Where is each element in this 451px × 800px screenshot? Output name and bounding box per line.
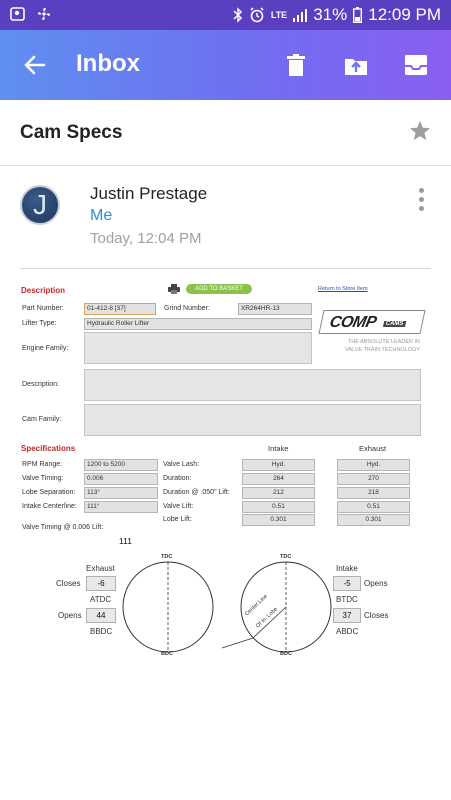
engine-family-field bbox=[84, 332, 312, 364]
location-notification-icon bbox=[10, 7, 25, 21]
email-subject: Cam Specs bbox=[20, 122, 123, 143]
lifter-type-field: Hydraulic Roller Lifter bbox=[84, 318, 312, 330]
duration-050-intake: 212 bbox=[242, 487, 315, 499]
description-heading: Description bbox=[21, 286, 66, 295]
specifications-heading: Specifications bbox=[21, 444, 76, 453]
subject-row: Cam Specs bbox=[0, 100, 451, 166]
duration-050-exhaust: 218 bbox=[337, 487, 410, 499]
lobe-separation-field: 113° bbox=[84, 487, 158, 499]
star-icon[interactable] bbox=[409, 120, 431, 142]
more-options-icon[interactable] bbox=[419, 188, 425, 214]
cam-family-field bbox=[84, 404, 421, 436]
grind-number-label: Grind Number: bbox=[164, 305, 210, 312]
comp-cams-logo: COMP CAMS bbox=[318, 310, 426, 334]
cam-family-label: Cam Family: bbox=[22, 416, 62, 423]
email-app: LTE 31% 12:09 PM Inbox Cam Specs J Justi… bbox=[0, 0, 451, 800]
avatar[interactable]: J bbox=[20, 185, 60, 225]
cam-spec-sheet: Description ADD TO BASKET Return to Stor… bbox=[0, 270, 451, 670]
print-icon[interactable] bbox=[168, 284, 180, 294]
intake-opens-label: Opens bbox=[364, 579, 388, 588]
valve-lift-intake: 0.51 bbox=[242, 501, 315, 513]
fan-icon bbox=[38, 8, 50, 20]
rpm-range-field: 1200 to 5200 bbox=[84, 459, 158, 471]
lobe-lift-intake: 0.301 bbox=[242, 514, 315, 526]
return-to-store-link[interactable]: Return to Store Item bbox=[318, 286, 368, 292]
intake-closes-unit: ABDC bbox=[336, 627, 359, 636]
grind-number-field: XR264HR-13 bbox=[238, 303, 312, 315]
valve-lift-label: Valve Lift: bbox=[163, 503, 194, 510]
exhaust-closes-unit: ATDC bbox=[90, 595, 112, 604]
lobe-separation-label: Lobe Separation: bbox=[22, 489, 76, 496]
description-field bbox=[84, 369, 421, 401]
exhaust-tdc-label: TDC bbox=[161, 554, 173, 560]
exhaust-opens-label: Opens bbox=[58, 611, 82, 620]
part-number-label: Part Number: bbox=[22, 305, 64, 312]
lifter-type-label: Lifter Type: bbox=[22, 320, 57, 327]
description-label: Description: bbox=[22, 381, 59, 388]
exhaust-timing-header: Exhaust bbox=[86, 564, 115, 573]
network-type: LTE bbox=[270, 9, 288, 20]
back-arrow-icon[interactable] bbox=[22, 52, 48, 78]
intake-opens-value: -5 bbox=[333, 576, 361, 591]
exhaust-column-header: Exhaust bbox=[359, 444, 387, 453]
battery-percent: 31% bbox=[313, 5, 348, 24]
valve-lash-label: Valve Lash: bbox=[163, 461, 200, 468]
move-to-folder-icon[interactable] bbox=[343, 52, 369, 78]
exhaust-opens-unit: BBDC bbox=[90, 627, 113, 636]
app-bar: Inbox bbox=[0, 30, 451, 100]
valve-timing-lift-label: Valve Timing @ 0.006 Lift: bbox=[22, 524, 104, 531]
page-title: Inbox bbox=[76, 50, 140, 77]
intake-column-header: Intake bbox=[268, 444, 289, 453]
duration-exhaust: 270 bbox=[337, 473, 410, 485]
engine-family-label: Engine Family: bbox=[22, 345, 69, 352]
delete-icon[interactable] bbox=[283, 52, 309, 78]
signal-icon bbox=[293, 9, 308, 22]
rpm-range-label: RPM Range: bbox=[22, 461, 63, 468]
valve-lash-exhaust: Hyd. bbox=[337, 459, 410, 471]
alarm-icon bbox=[250, 7, 264, 23]
valve-timing-lift-value: 111 bbox=[119, 536, 132, 546]
intake-tdc-label: TDC bbox=[280, 554, 292, 560]
exhaust-opens-value: 44 bbox=[86, 608, 116, 623]
exhaust-bdc-label: BDC bbox=[161, 651, 173, 657]
exhaust-closes-label: Closes bbox=[56, 579, 81, 588]
intake-closes-value: 37 bbox=[333, 608, 361, 623]
timestamp: Today, 12:04 PM bbox=[90, 230, 202, 247]
intake-centerline-field: 111° bbox=[84, 501, 158, 513]
exhaust-closes-value: -6 bbox=[86, 576, 116, 591]
part-number-field: 01-412-8 [37] bbox=[84, 303, 156, 315]
tagline-line-2: VALVE TRAIN TECHNOLOGY bbox=[345, 347, 420, 353]
intake-opens-unit: BTDC bbox=[336, 595, 358, 604]
tagline-line-1: THE ABSOLUTE LEADER IN bbox=[347, 339, 420, 345]
battery-icon bbox=[353, 7, 363, 23]
add-to-basket-button[interactable]: ADD TO BASKET bbox=[186, 284, 252, 294]
intake-timing-header: Intake bbox=[336, 564, 358, 573]
valve-lash-intake: Hyd. bbox=[242, 459, 315, 471]
duration-label: Duration: bbox=[163, 475, 192, 482]
duration-050-label: Duration @ .050" Lift: bbox=[163, 489, 230, 496]
clock: 12:09 PM bbox=[368, 5, 441, 24]
valve-timing-label: Valve Timing: bbox=[22, 475, 64, 482]
exhaust-timing-circle bbox=[122, 561, 214, 653]
divider bbox=[20, 268, 431, 269]
recipient[interactable]: Me bbox=[90, 207, 112, 225]
intake-centerline-label: Intake Centerline: bbox=[22, 503, 77, 510]
archive-icon[interactable] bbox=[403, 52, 429, 78]
valve-lift-exhaust: 0.51 bbox=[337, 501, 410, 513]
status-bar: LTE 31% 12:09 PM bbox=[0, 0, 451, 30]
lobe-lift-exhaust: 0.301 bbox=[337, 514, 410, 526]
intake-bdc-label: BDC bbox=[280, 651, 292, 657]
valve-timing-field: 0.006 bbox=[84, 473, 158, 485]
lobe-lift-label: Lobe Lift: bbox=[163, 516, 192, 523]
sender-name[interactable]: Justin Prestage bbox=[90, 184, 207, 204]
bluetooth-icon bbox=[233, 7, 242, 23]
intake-closes-label: Closes bbox=[364, 611, 389, 620]
duration-intake: 264 bbox=[242, 473, 315, 485]
